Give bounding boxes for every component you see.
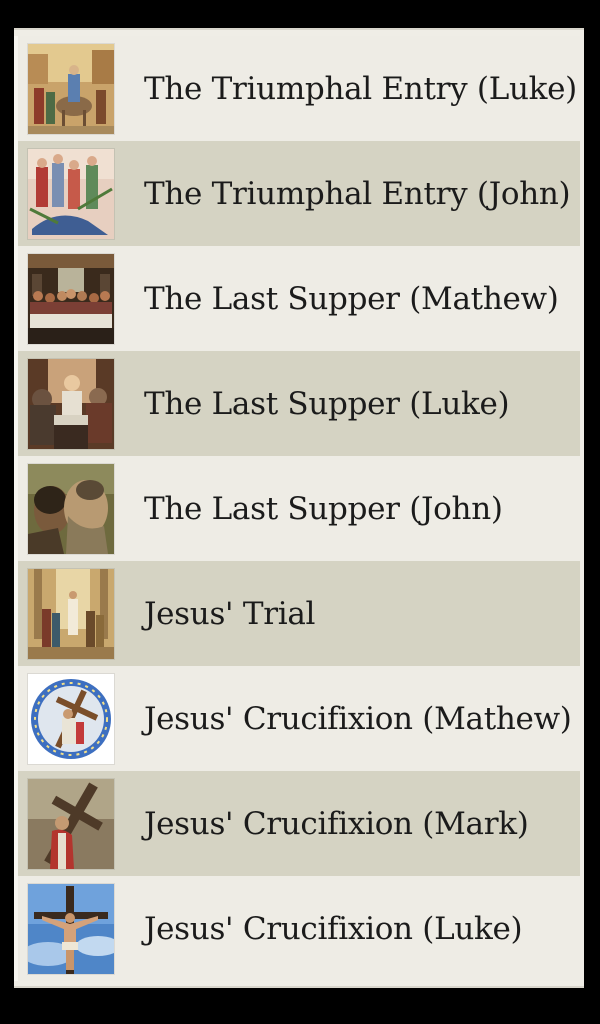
list-item-label: Jesus' Crucifixion (Luke) (144, 910, 523, 947)
list-item-crucifixion-mark[interactable]: Jesus' Crucifixion (Mark) (14, 771, 580, 876)
list-item-crucifixion-mathew[interactable]: Jesus' Crucifixion (Mathew) (14, 666, 580, 771)
list-item-last-supper-luke[interactable]: The Last Supper (Luke) (14, 351, 580, 456)
list-item-label: The Last Supper (Luke) (144, 385, 510, 422)
list-item-label: The Triumphal Entry (Luke) (144, 70, 577, 107)
list-item-label: Jesus' Crucifixion (Mark) (144, 805, 529, 842)
cross-bearing-medallion-icon (28, 673, 114, 764)
list-item-last-supper-mathew[interactable]: The Last Supper (Mathew) (14, 246, 580, 351)
screen: The Triumphal Entry (Luke) The Triumphal… (0, 0, 600, 1024)
list-item-last-supper-john[interactable]: The Last Supper (John) (14, 456, 580, 561)
triumphal-entry-painting-icon (28, 43, 114, 134)
list-item-label: Jesus' Trial (144, 595, 316, 632)
palm-crowd-painting-icon (28, 148, 114, 239)
list-item-crucifixion-luke[interactable]: Jesus' Crucifixion (Luke) (14, 876, 580, 981)
list-item-label: The Last Supper (Mathew) (144, 280, 559, 317)
list-item-jesus-trial[interactable]: Jesus' Trial (14, 561, 580, 666)
passion-list-panel: The Triumphal Entry (Luke) The Triumphal… (14, 28, 584, 988)
trial-courtyard-painting-icon (28, 568, 114, 659)
passion-list: The Triumphal Entry (Luke) The Triumphal… (14, 36, 580, 981)
cross-bearing-painting-icon (28, 778, 114, 869)
candlelit-supper-painting-icon (28, 358, 114, 449)
list-item-triumphal-entry-luke[interactable]: The Triumphal Entry (Luke) (14, 36, 580, 141)
last-supper-table-painting-icon (28, 253, 114, 344)
crucifix-sky-painting-icon (28, 883, 114, 974)
list-item-label: The Last Supper (John) (144, 490, 503, 527)
list-item-triumphal-entry-john[interactable]: The Triumphal Entry (John) (14, 141, 580, 246)
judas-kiss-painting-icon (28, 463, 114, 554)
list-item-label: The Triumphal Entry (John) (144, 175, 571, 212)
list-item-label: Jesus' Crucifixion (Mathew) (144, 700, 572, 737)
